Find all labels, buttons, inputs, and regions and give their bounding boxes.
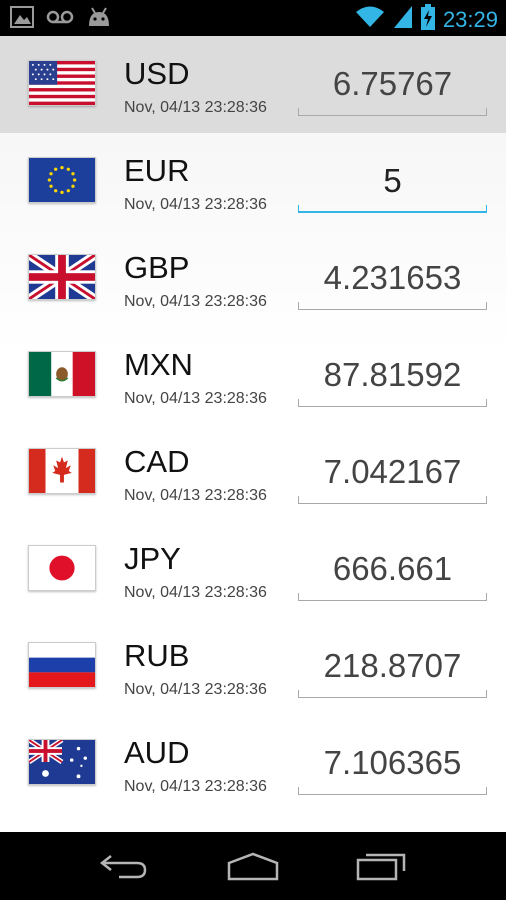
currency-timestamp: Nov, 04/13 23:28:36 bbox=[124, 681, 267, 698]
currency-row-eur[interactable]: EUR Nov, 04/13 23:28:36 bbox=[0, 133, 506, 230]
currency-timestamp: Nov, 04/13 23:28:36 bbox=[124, 196, 267, 213]
currency-code: EUR bbox=[124, 153, 190, 188]
home-icon[interactable] bbox=[223, 846, 283, 886]
currency-timestamp: Nov, 04/13 23:28:36 bbox=[124, 390, 267, 407]
navigation-bar bbox=[0, 832, 506, 900]
signal-icon bbox=[393, 5, 413, 34]
currency-amount-input[interactable] bbox=[298, 254, 487, 302]
currency-row-jpy[interactable]: JPY Nov, 04/13 23:28:36 bbox=[0, 521, 506, 618]
status-time: 23:29 bbox=[442, 6, 498, 32]
currency-row-gbp[interactable]: GBP Nov, 04/13 23:28:36 bbox=[0, 230, 506, 327]
voicemail-icon bbox=[46, 9, 74, 30]
status-bar: 23:29 bbox=[0, 0, 506, 36]
input-underline bbox=[298, 399, 487, 407]
currency-code: RUB bbox=[124, 638, 190, 673]
wifi-icon bbox=[355, 5, 385, 34]
currency-amount-input[interactable] bbox=[298, 351, 487, 399]
currency-row-cad[interactable]: CAD Nov, 04/13 23:28:36 bbox=[0, 424, 506, 521]
mexico-flag-icon bbox=[28, 351, 96, 397]
russia-flag-icon bbox=[28, 642, 96, 688]
currency-amount-input[interactable] bbox=[298, 642, 487, 690]
currency-timestamp: Nov, 04/13 23:28:36 bbox=[124, 99, 267, 116]
input-underline-focused bbox=[298, 205, 487, 213]
gallery-icon bbox=[10, 6, 34, 33]
us-flag-icon bbox=[28, 60, 96, 106]
currency-list[interactable]: USD Nov, 04/13 23:28:36 EUR Nov, 04/13 2… bbox=[0, 36, 506, 832]
system-icons: 23:29 bbox=[355, 4, 498, 35]
currency-row-mxn[interactable]: MXN Nov, 04/13 23:28:36 bbox=[0, 327, 506, 424]
currency-timestamp: Nov, 04/13 23:28:36 bbox=[124, 584, 267, 601]
australia-flag-icon bbox=[28, 739, 96, 785]
input-underline bbox=[298, 496, 487, 504]
japan-flag-icon bbox=[28, 545, 96, 591]
currency-code: CAD bbox=[124, 444, 190, 479]
input-underline bbox=[298, 787, 487, 795]
currency-code: MXN bbox=[124, 347, 193, 382]
back-icon[interactable] bbox=[94, 846, 154, 886]
currency-code: USD bbox=[124, 56, 190, 91]
input-underline bbox=[298, 593, 487, 601]
currency-amount-input[interactable] bbox=[298, 448, 487, 496]
currency-row-aud[interactable]: AUD Nov, 04/13 23:28:36 bbox=[0, 715, 506, 812]
currency-amount-input[interactable] bbox=[298, 545, 487, 593]
canada-flag-icon bbox=[28, 448, 96, 494]
battery-charging-icon bbox=[420, 4, 435, 35]
currency-code: JPY bbox=[124, 541, 181, 576]
currency-row-usd[interactable]: USD Nov, 04/13 23:28:36 bbox=[0, 36, 506, 133]
currency-amount-input[interactable] bbox=[298, 739, 487, 787]
currency-amount-input[interactable] bbox=[298, 157, 487, 205]
currency-row-rub[interactable]: RUB Nov, 04/13 23:28:36 bbox=[0, 618, 506, 715]
notification-icons bbox=[10, 6, 112, 33]
uk-flag-icon bbox=[28, 254, 96, 300]
currency-timestamp: Nov, 04/13 23:28:36 bbox=[124, 487, 267, 504]
currency-code: GBP bbox=[124, 250, 190, 285]
currency-timestamp: Nov, 04/13 23:28:36 bbox=[124, 293, 267, 310]
recent-apps-icon[interactable] bbox=[352, 846, 412, 886]
input-underline bbox=[298, 302, 487, 310]
eu-flag-icon bbox=[28, 157, 96, 203]
currency-code: AUD bbox=[124, 735, 190, 770]
currency-timestamp: Nov, 04/13 23:28:36 bbox=[124, 778, 267, 795]
android-debug-icon bbox=[86, 6, 112, 33]
input-underline bbox=[298, 108, 487, 116]
currency-amount-input[interactable] bbox=[298, 60, 487, 108]
input-underline bbox=[298, 690, 487, 698]
